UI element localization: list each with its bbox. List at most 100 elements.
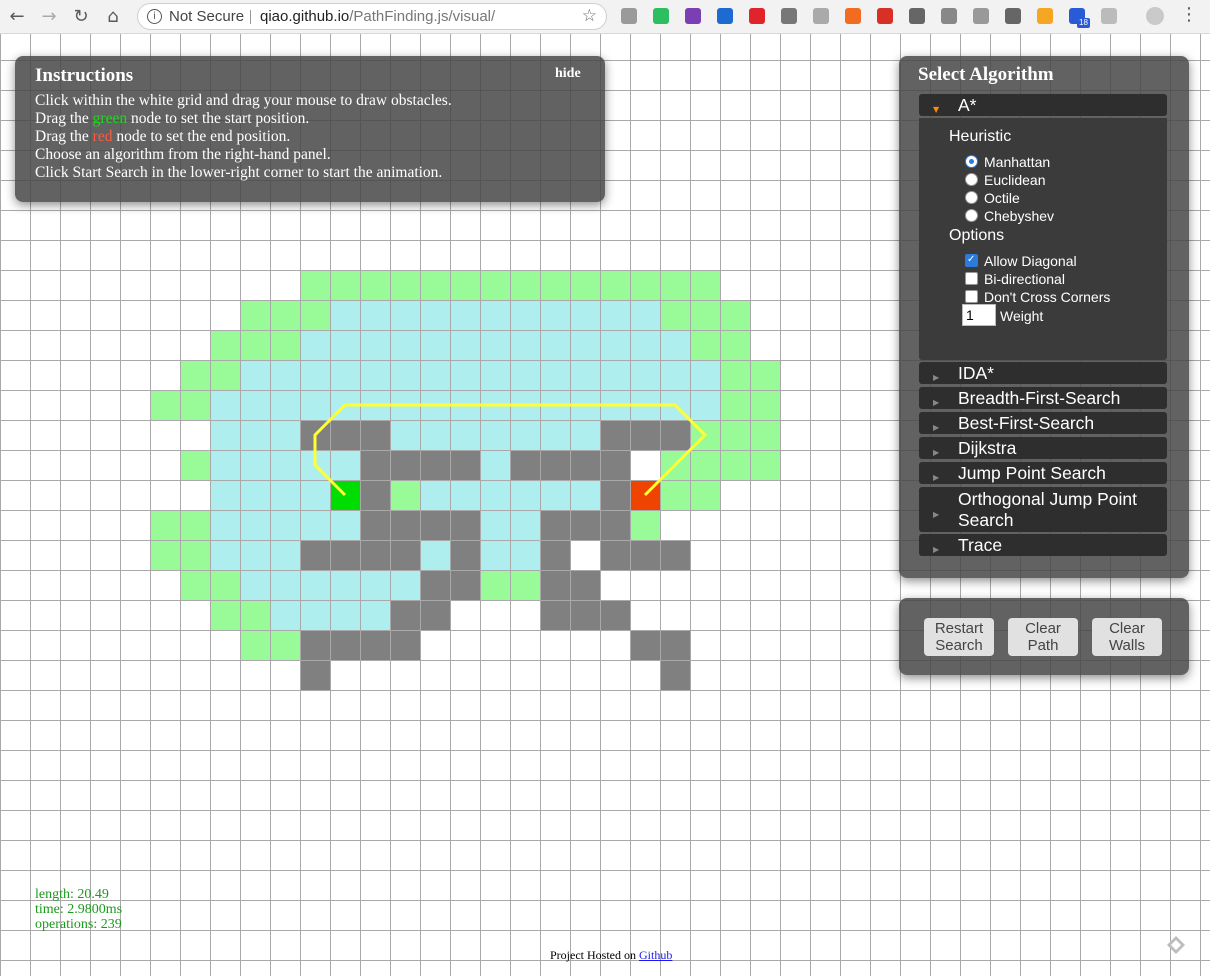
wall-node[interactable] — [570, 570, 600, 600]
closed-node[interactable] — [270, 420, 300, 450]
open-node[interactable] — [540, 270, 570, 300]
wall-node[interactable] — [330, 420, 360, 450]
x-icon[interactable] — [845, 8, 861, 24]
kk-icon[interactable] — [621, 8, 637, 24]
wall-node[interactable] — [600, 600, 630, 630]
open-node[interactable] — [600, 270, 630, 300]
closed-node[interactable] — [480, 360, 510, 390]
wall-node[interactable] — [420, 510, 450, 540]
gear-icon[interactable] — [973, 8, 989, 24]
accordion-dijkstra[interactable]: ▶ Dijkstra — [919, 437, 1167, 459]
open-node[interactable] — [690, 480, 720, 510]
weight-input[interactable] — [962, 304, 996, 326]
closed-node[interactable] — [240, 540, 270, 570]
closed-node[interactable] — [390, 570, 420, 600]
open-node[interactable] — [720, 300, 750, 330]
home-icon[interactable]: ⌂ — [100, 4, 126, 30]
wall-node[interactable] — [540, 600, 570, 630]
accordion-orthogonal-jump-point-search[interactable]: ▶ Orthogonal Jump Point Search — [919, 487, 1167, 532]
wall-node[interactable] — [360, 540, 390, 570]
back-icon[interactable]: ← — [4, 4, 30, 30]
open-node[interactable] — [150, 510, 180, 540]
wall-node[interactable] — [510, 450, 540, 480]
grid-icon[interactable] — [1101, 8, 1117, 24]
radio-icon[interactable] — [965, 155, 978, 168]
closed-node[interactable] — [480, 540, 510, 570]
clear-path-button[interactable]: Clear Path — [1008, 618, 1078, 656]
closed-node[interactable] — [270, 360, 300, 390]
wall-node[interactable] — [540, 450, 570, 480]
wall-node[interactable] — [570, 600, 600, 630]
closed-node[interactable] — [510, 510, 540, 540]
wall-node[interactable] — [540, 540, 570, 570]
closed-node[interactable] — [270, 510, 300, 540]
wall-node[interactable] — [330, 630, 360, 660]
closed-node[interactable] — [570, 420, 600, 450]
closed-node[interactable] — [240, 420, 270, 450]
closed-node[interactable] — [540, 420, 570, 450]
closed-node[interactable] — [330, 510, 360, 540]
open-node[interactable] — [240, 600, 270, 630]
closed-node[interactable] — [570, 480, 600, 510]
fork-ribbon-icon[interactable] — [1166, 935, 1186, 955]
open-node[interactable] — [180, 360, 210, 390]
closed-node[interactable] — [450, 420, 480, 450]
open-node[interactable] — [240, 630, 270, 660]
closed-node[interactable] — [300, 390, 330, 420]
open-node[interactable] — [660, 270, 690, 300]
radio-icon[interactable] — [965, 209, 978, 222]
closed-node[interactable] — [300, 600, 330, 630]
closed-node[interactable] — [540, 300, 570, 330]
wall-node[interactable] — [390, 600, 420, 630]
closed-node[interactable] — [300, 360, 330, 390]
wall-node[interactable] — [360, 510, 390, 540]
closed-node[interactable] — [210, 450, 240, 480]
angular-icon[interactable] — [781, 8, 797, 24]
closed-node[interactable] — [330, 300, 360, 330]
wall-node[interactable] — [540, 570, 570, 600]
open-node[interactable] — [690, 300, 720, 330]
closed-node[interactable] — [240, 450, 270, 480]
hide-link[interactable]: hide — [555, 66, 581, 82]
open-node[interactable] — [180, 450, 210, 480]
accordion-trace[interactable]: ▶ Trace — [919, 534, 1167, 556]
open-node[interactable] — [690, 330, 720, 360]
wall-node[interactable] — [600, 450, 630, 480]
closed-node[interactable] — [360, 360, 390, 390]
closed-node[interactable] — [420, 300, 450, 330]
wall-node[interactable] — [300, 540, 330, 570]
open-node[interactable] — [660, 300, 690, 330]
closed-node[interactable] — [480, 510, 510, 540]
closed-node[interactable] — [570, 330, 600, 360]
wall-node[interactable] — [390, 450, 420, 480]
open-node[interactable] — [150, 390, 180, 420]
wall-node[interactable] — [420, 570, 450, 600]
checkbox-icon[interactable] — [965, 290, 978, 303]
open-node[interactable] — [180, 390, 210, 420]
closed-node[interactable] — [240, 510, 270, 540]
closed-node[interactable] — [600, 360, 630, 390]
closed-node[interactable] — [330, 570, 360, 600]
closed-node[interactable] — [390, 330, 420, 360]
closed-node[interactable] — [240, 360, 270, 390]
open-node[interactable] — [510, 270, 540, 300]
puzzle-icon[interactable] — [813, 8, 829, 24]
closed-node[interactable] — [450, 330, 480, 360]
open-node[interactable] — [240, 330, 270, 360]
closed-node[interactable] — [210, 390, 240, 420]
open-node[interactable] — [210, 600, 240, 630]
accordion-astar[interactable]: ▼ A* — [919, 94, 1167, 116]
open-node[interactable] — [750, 450, 780, 480]
closed-node[interactable] — [300, 570, 330, 600]
accordion-jump-point-search[interactable]: ▶ Jump Point Search — [919, 462, 1167, 484]
wall-node[interactable] — [570, 450, 600, 480]
closed-node[interactable] — [270, 570, 300, 600]
closed-node[interactable] — [480, 300, 510, 330]
wall-node[interactable] — [360, 450, 390, 480]
closed-node[interactable] — [390, 360, 420, 390]
open-node[interactable] — [750, 360, 780, 390]
open-node[interactable] — [420, 270, 450, 300]
wall-node[interactable] — [600, 540, 630, 570]
doc-icon[interactable] — [941, 8, 957, 24]
wall-node[interactable] — [300, 630, 330, 660]
